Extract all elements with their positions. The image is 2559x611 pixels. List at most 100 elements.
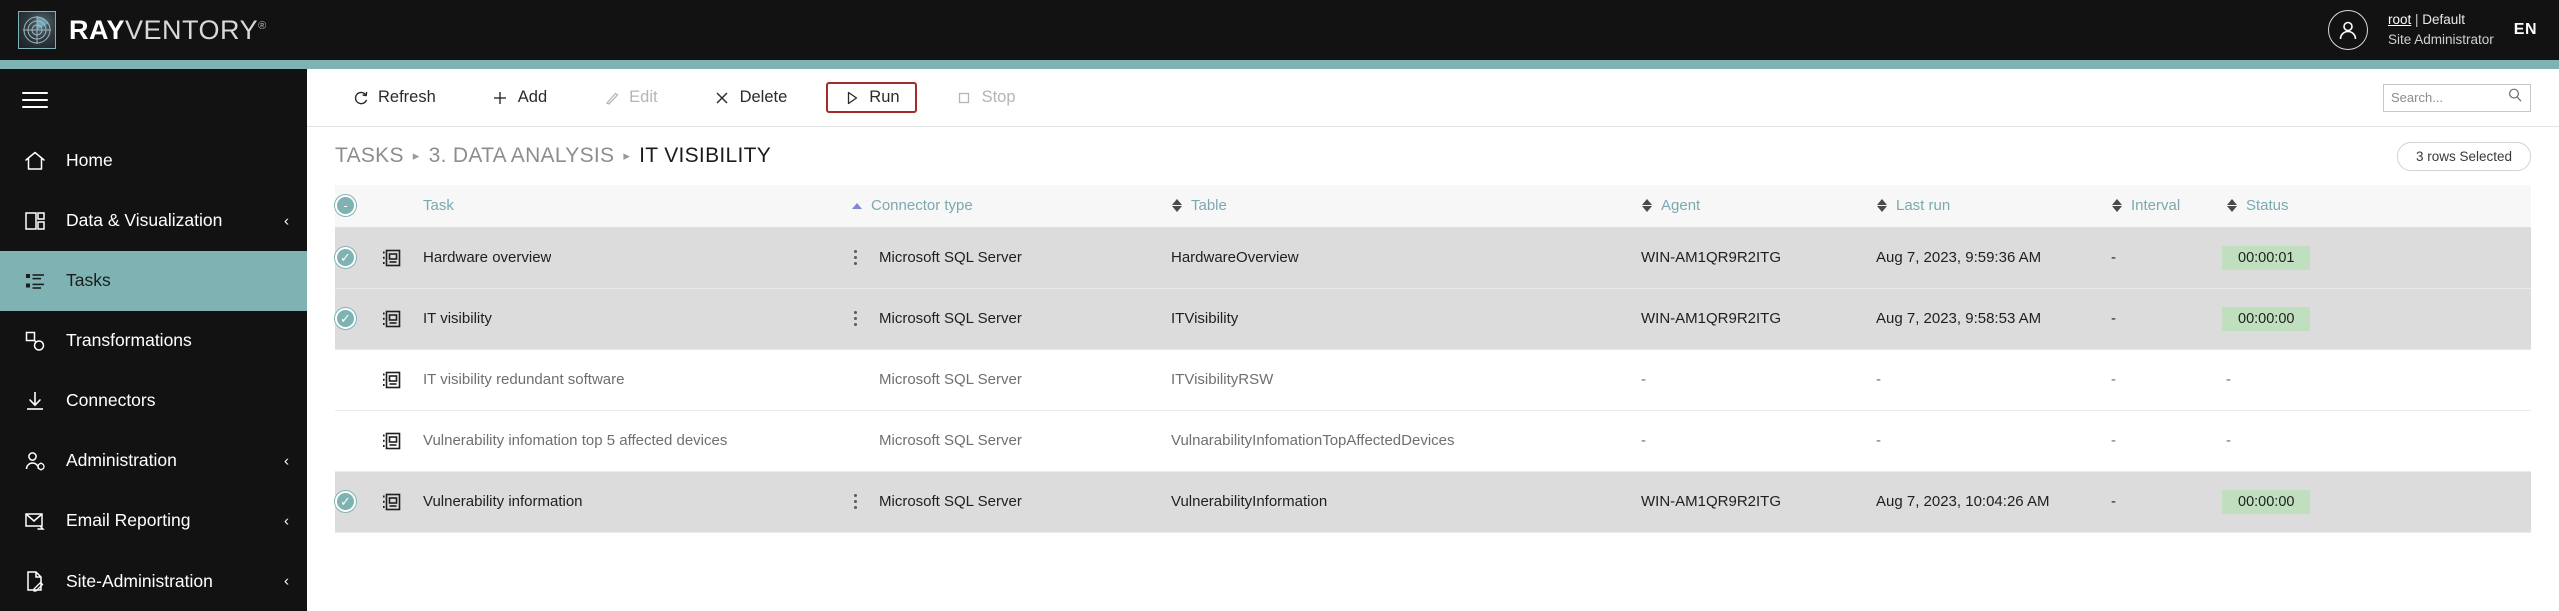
row-menu-icon[interactable] [847,311,863,326]
cell-agent-value: - [1641,432,1646,449]
cell-table-value: ITVisibilityRSW [1171,371,1274,388]
status-badge: 00:00:01 [2222,245,2311,270]
transformations-icon [22,328,48,354]
brand-part-ray: RAY [69,14,126,45]
task-icon [377,309,407,329]
breadcrumb-item-tasks[interactable]: TASKS [335,144,404,168]
column-header-task[interactable]: Task [377,185,847,227]
table-row[interactable]: ✓ Vulnerability information Microsoft SQL … [335,471,2531,532]
avatar[interactable] [2327,10,2368,50]
chevron-left-icon[interactable]: ‹ [284,574,289,589]
column-header-agent[interactable]: Agent [1637,185,1872,227]
status-value: - [2226,371,2231,388]
run-button[interactable]: Run [826,82,917,113]
cell-agent: WIN-AM1QR9R2ITG [1637,227,1872,288]
column-header-connector-type[interactable]: Connector type [847,185,1167,227]
cell-interval-value: - [2111,371,2116,388]
row-menu-icon[interactable] [847,250,863,265]
table-body: ✓ Hardware overview Microsoft SQL Server Ha… [335,227,2531,532]
connector-type: Microsoft SQL Server [879,310,1022,327]
cell-agent-value: WIN-AM1QR9R2ITG [1641,310,1782,327]
table-row[interactable]: ✓ Hardware overview Microsoft SQL Server Ha… [335,227,2531,288]
table-header: - Task Connector type Table Agent Last r… [335,185,2531,227]
column-header-table[interactable]: Table [1167,185,1637,227]
table-row[interactable]: IT visibility redundant software Microsof… [335,349,2531,410]
breadcrumb-row: TASKS ▸ 3. DATA ANALYSIS ▸ IT VISIBILITY… [307,127,2559,185]
sort-icon[interactable] [1171,198,1182,213]
cell-connector-type: Microsoft SQL Server [847,288,1167,349]
sort-icon[interactable] [2111,198,2122,213]
column-header-last-run[interactable]: Last run [1872,185,2107,227]
sort-ascending-icon[interactable] [851,198,862,213]
breadcrumb-item-data-analysis[interactable]: 3. DATA ANALYSIS [429,144,615,168]
language-selector[interactable]: EN [2514,21,2537,39]
sort-icon[interactable] [1641,198,1652,213]
pencil-icon [603,89,620,106]
row-select-cell[interactable]: ✓ [335,471,377,532]
sidebar-item-label: Site-Administration [66,570,213,591]
dashboard-icon [22,208,48,234]
sidebar-item-administration[interactable]: Administration ‹ [0,431,307,491]
row-select-cell[interactable] [335,410,377,471]
plus-icon [492,89,509,106]
row-select-cell[interactable]: ✓ [335,288,377,349]
chevron-left-icon[interactable]: ‹ [284,513,289,528]
hamburger-icon[interactable] [0,69,307,131]
cell-agent-value: - [1641,371,1646,388]
row-select-cell[interactable] [335,349,377,410]
sort-icon[interactable] [2226,198,2237,213]
cell-table-value: VulnerabilityInformation [1171,493,1328,510]
cell-last-run-value: - [1876,371,1881,388]
row-checkbox-checked[interactable]: ✓ [335,247,356,268]
sidebar-item-data-visualization[interactable]: Data & Visualization ‹ [0,191,307,251]
breadcrumb: TASKS ▸ 3. DATA ANALYSIS ▸ IT VISIBILITY [335,144,771,168]
cell-last-run: - [1872,410,2107,471]
row-checkbox-checked[interactable]: ✓ [335,308,356,329]
action-toolbar: Refresh Add Edit Delete Run Stop Search.… [307,69,2559,127]
cell-interval: - [2107,410,2222,471]
search-box[interactable] [2383,83,2531,112]
table-row[interactable]: ✓ IT visibility Microsoft SQL Server ITVisi… [335,288,2531,349]
task-icon [377,370,407,390]
select-all-checkbox[interactable]: - [335,195,356,217]
sidebar-item-tasks[interactable]: Tasks [0,250,307,311]
sidebar-item-site-administration[interactable]: Site-Administration ‹ [0,551,307,611]
stop-button: Stop [939,82,1033,113]
cell-table-value: VulnarabilityInfomationTopAffectedDevice… [1171,432,1455,449]
radar-icon [18,11,56,49]
search-input[interactable] [2391,90,2503,105]
search-icon[interactable] [2507,87,2523,108]
row-checkbox-unchecked[interactable] [335,430,356,451]
brand-logo-area[interactable]: RAYVENTORY® [0,11,267,49]
column-header-interval[interactable]: Interval [2107,185,2222,227]
edit-button: Edit [586,82,674,113]
cell-status: 00:00:01 [2222,227,2377,288]
connector-type: Microsoft SQL Server [879,432,1022,449]
sidebar-item-email-reporting[interactable]: Email Reporting ‹ [0,491,307,551]
add-button[interactable]: Add [475,82,564,113]
row-select-cell[interactable]: ✓ [335,227,377,288]
task-name: IT visibility [423,310,492,327]
sidebar-item-transformations[interactable]: Transformations [0,311,307,371]
cell-task: IT visibility [377,288,847,349]
column-label: Last run [1896,197,1951,215]
delete-button[interactable]: Delete [697,82,805,113]
row-menu-icon[interactable] [847,494,863,509]
sort-icon[interactable] [1876,198,1887,213]
sidebar-item-home[interactable]: Home [0,131,307,191]
chevron-left-icon[interactable]: ‹ [284,453,289,468]
row-checkbox-unchecked[interactable] [335,369,356,390]
refresh-button[interactable]: Refresh [335,82,453,113]
column-header-status[interactable]: Status [2222,185,2377,227]
select-all-cell[interactable]: - [335,185,377,227]
cell-status: - [2222,349,2377,410]
cell-table-value: HardwareOverview [1171,249,1299,266]
download-icon [22,388,48,414]
task-icon [377,431,407,451]
user-name-link[interactable]: root [2388,12,2411,27]
row-checkbox-checked[interactable]: ✓ [335,491,356,512]
table-row[interactable]: Vulnerability infomation top 5 affected … [335,410,2531,471]
sidebar-item-connectors[interactable]: Connectors [0,371,307,431]
brand-part-ventory: VENTORY [125,14,259,45]
chevron-left-icon[interactable]: ‹ [284,213,289,228]
